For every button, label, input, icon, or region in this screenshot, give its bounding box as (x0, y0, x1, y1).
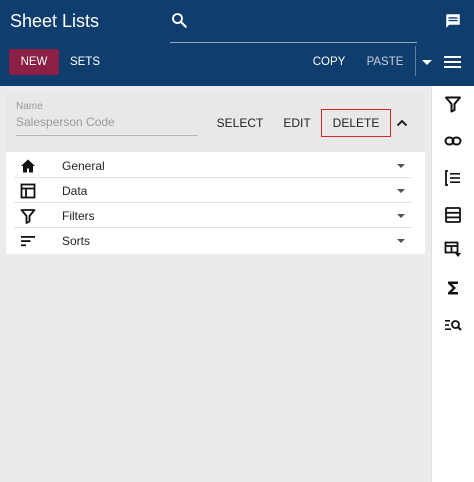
filter-icon[interactable] (444, 95, 462, 113)
section-filters[interactable]: Filters (6, 203, 425, 228)
chevron-up-icon[interactable] (395, 116, 409, 130)
menu-icon[interactable] (444, 54, 461, 70)
list-item-header: Name Salesperson Code SELECT EDIT DELETE (6, 92, 425, 152)
section-label: Data (62, 184, 88, 198)
caret-down-icon[interactable] (420, 55, 434, 69)
section-sorts[interactable]: Sorts (6, 228, 425, 253)
list-bracket-icon[interactable] (444, 169, 462, 187)
caret-down-icon[interactable] (396, 212, 406, 220)
new-button[interactable]: NEW (9, 49, 59, 75)
list-search-icon[interactable] (444, 316, 462, 334)
section-label: Filters (62, 209, 95, 223)
delete-button[interactable]: DELETE (321, 109, 391, 137)
edit-button[interactable]: EDIT (282, 110, 312, 136)
paste-button[interactable]: PASTE (363, 49, 407, 75)
section-data[interactable]: Data (6, 178, 425, 203)
toolbar-divider (415, 46, 416, 76)
table-filter-icon[interactable] (444, 241, 462, 259)
search-icon[interactable] (170, 11, 188, 29)
sigma-icon[interactable] (444, 279, 462, 297)
sort-icon (21, 236, 35, 247)
page-title: Sheet Lists (10, 11, 100, 31)
copy-button[interactable]: COPY (308, 49, 350, 75)
home-icon (21, 159, 35, 173)
table-icon (20, 183, 36, 199)
search-input[interactable] (170, 42, 417, 43)
section-label: General (62, 159, 105, 173)
filter-icon (20, 209, 36, 224)
chat-icon[interactable] (444, 12, 462, 30)
name-field[interactable]: Salesperson Code (16, 115, 115, 129)
section-label: Sorts (62, 234, 91, 248)
section-general[interactable]: General (6, 153, 425, 178)
name-field-underline (16, 135, 198, 136)
name-field-label: Name (16, 101, 43, 112)
caret-down-icon[interactable] (396, 187, 406, 195)
caret-down-icon[interactable] (396, 237, 406, 245)
select-button[interactable]: SELECT (212, 110, 268, 136)
sheet-list-panel: Name Salesperson Code SELECT EDIT DELETE… (6, 92, 425, 254)
app-header: Sheet Lists NEW SETS COPY PASTE (0, 0, 474, 86)
right-toolbar (431, 86, 474, 482)
caret-down-icon[interactable] (396, 162, 406, 170)
sets-button[interactable]: SETS (66, 49, 104, 75)
rows-icon[interactable] (444, 206, 462, 224)
link-icon[interactable] (444, 132, 462, 150)
